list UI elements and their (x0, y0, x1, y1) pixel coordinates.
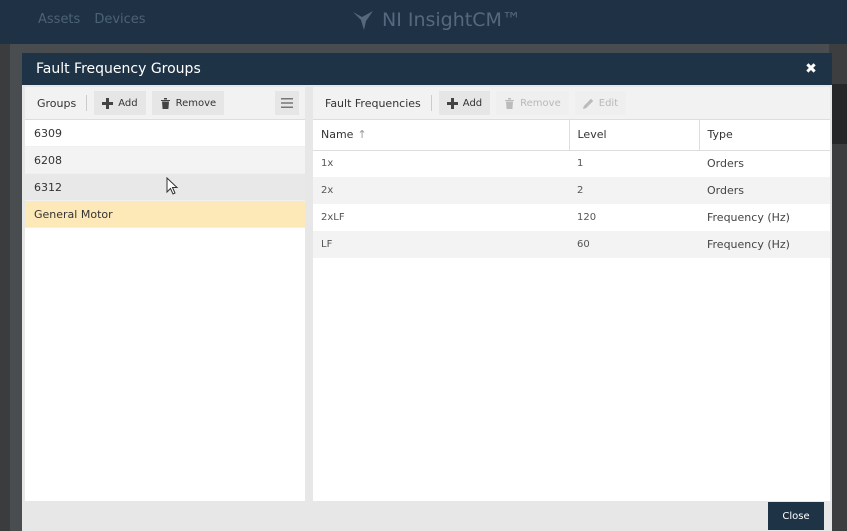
table-row[interactable]: 1x 1 Orders (313, 150, 830, 177)
cell-name: 1x (321, 158, 334, 170)
cell-type: Frequency (Hz) (707, 211, 790, 224)
table-row[interactable]: 2x 2 Orders (313, 177, 830, 204)
app-top-bar: Assets Devices NI InsightCM™ (0, 0, 847, 44)
top-nav: Assets Devices (38, 12, 146, 27)
mouse-cursor-icon (166, 177, 179, 195)
trash-icon (160, 97, 170, 109)
column-header-level[interactable]: Level (569, 120, 700, 151)
group-item[interactable]: 6208 (25, 147, 305, 174)
pencil-icon (582, 98, 593, 109)
groups-toolbar: Groups Add Remove (25, 87, 305, 120)
add-group-label: Add (118, 97, 138, 109)
trash-icon (505, 97, 515, 109)
group-name: 6309 (34, 127, 62, 140)
hamburger-menu-icon (281, 98, 293, 108)
column-header-label: Type (707, 128, 733, 142)
table-row[interactable]: 2xLF 120 Frequency (Hz) (313, 204, 830, 231)
remove-group-label: Remove (175, 97, 217, 109)
fault-frequencies-label: Fault Frequencies (325, 96, 421, 110)
toolbar-divider (86, 95, 88, 111)
fault-frequencies-toolbar: Fault Frequencies Add Remove Edit (313, 87, 830, 120)
left-background-strip (0, 44, 10, 531)
sort-ascending-icon: ↑ (357, 128, 367, 142)
dialog-footer: Close (22, 501, 832, 531)
cell-name: LF (313, 231, 569, 258)
group-name: 6312 (34, 181, 62, 194)
fault-frequencies-pane: Fault Frequencies Add Remove Edit Name↑ (313, 87, 830, 501)
nav-devices[interactable]: Devices (94, 12, 145, 27)
column-header-label: Level (577, 128, 607, 142)
fault-frequencies-table: Name ↑ Level Type 1x 1 Orders 2x 2 Order… (313, 120, 830, 258)
cell-level: 60 (569, 231, 699, 258)
nav-assets[interactable]: Assets (38, 12, 80, 27)
close-button[interactable]: Close (768, 502, 824, 530)
close-icon[interactable]: ✖ (804, 62, 818, 76)
groups-label: Groups (37, 96, 77, 110)
remove-group-button[interactable]: Remove (151, 91, 225, 115)
add-group-button[interactable]: Add (94, 91, 146, 115)
remove-frequency-label: Remove (520, 97, 561, 109)
table-header-row: Name ↑ Level Type (313, 120, 830, 151)
cell-name: 2xLF (321, 212, 345, 223)
cell-type: Orders (699, 177, 830, 204)
group-item[interactable]: 6312 (25, 174, 305, 201)
plus-icon (102, 97, 114, 109)
group-item-selected[interactable]: General Motor (25, 201, 305, 228)
fault-frequency-groups-dialog: Fault Frequency Groups ✖ Groups Add Remo… (22, 53, 832, 531)
groups-menu-button[interactable] (275, 91, 299, 115)
cell-type: Frequency (Hz) (699, 231, 830, 258)
table-row[interactable]: LF 60 Frequency (Hz) (313, 231, 830, 258)
add-frequency-button[interactable]: Add (438, 91, 491, 115)
edit-frequency-button[interactable]: Edit (574, 91, 627, 115)
groups-pane: Groups Add Remove 6309 6208 6312 General… (25, 87, 305, 501)
edit-frequency-label: Edit (598, 97, 619, 109)
group-item[interactable]: 6309 (25, 120, 305, 147)
brand-name: NI InsightCM™ (382, 9, 521, 31)
dialog-header: Fault Frequency Groups ✖ (22, 53, 832, 85)
groups-list: 6309 6208 6312 General Motor (25, 120, 305, 228)
add-frequency-label: Add (462, 97, 483, 109)
column-header-type[interactable]: Type (699, 120, 830, 151)
column-header-label: Name (321, 128, 354, 142)
toolbar-divider (430, 95, 432, 111)
dialog-title: Fault Frequency Groups (36, 61, 201, 77)
ni-eagle-icon (353, 11, 373, 30)
cell-level: 1 (577, 158, 584, 170)
cell-name: 2x (313, 177, 569, 204)
group-name: 6208 (34, 154, 62, 167)
cell-type: Orders (707, 157, 744, 171)
close-button-label: Close (782, 510, 810, 522)
column-header-name[interactable]: Name ↑ (313, 120, 570, 151)
remove-frequency-button[interactable]: Remove (496, 91, 569, 115)
cell-level: 2 (569, 177, 699, 204)
plus-icon (446, 97, 458, 109)
cell-level: 120 (577, 212, 597, 223)
group-name: General Motor (34, 208, 113, 221)
brand-logo: NI InsightCM™ (352, 9, 521, 31)
